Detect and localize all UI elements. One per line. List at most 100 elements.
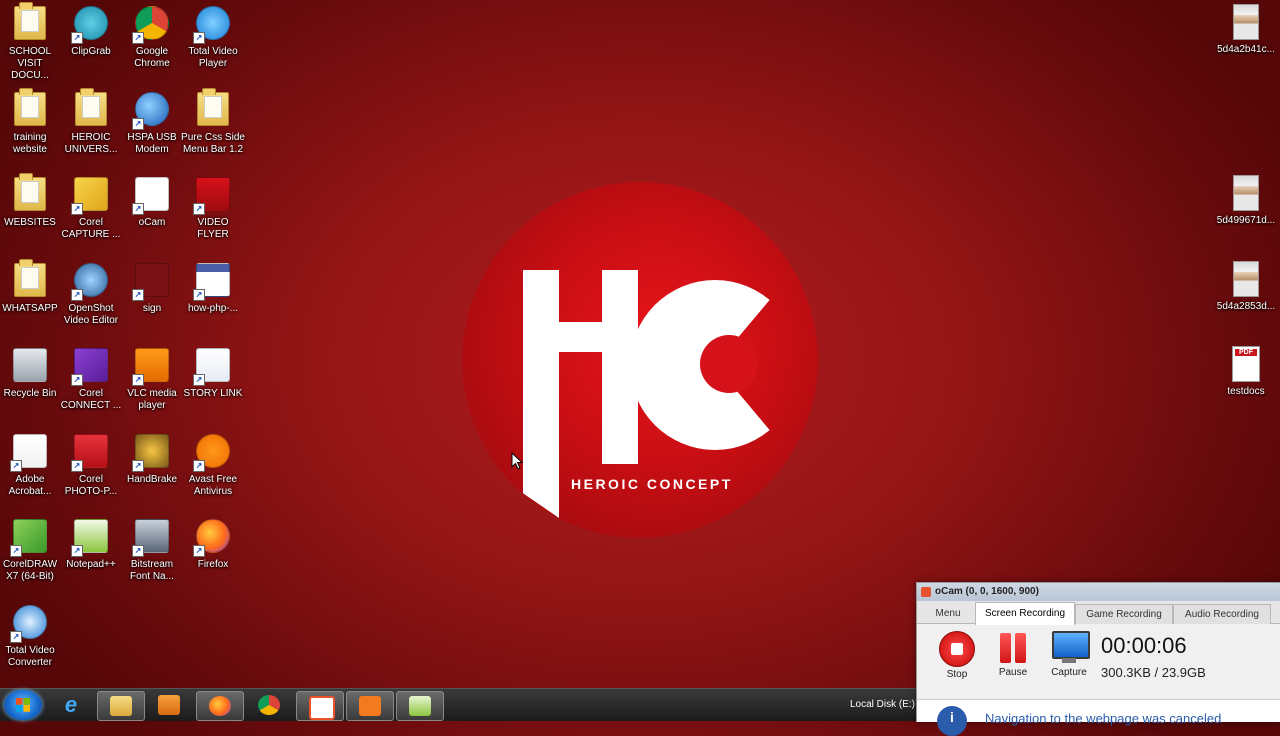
desktop-icon-firefox[interactable]: ↗ Firefox (181, 517, 245, 571)
taskbar-ie[interactable]: e (48, 691, 94, 719)
desktop-icon-recycle-bin[interactable]: Recycle Bin (0, 346, 62, 400)
desktop-icon-video-flyer[interactable]: ↗ VIDEO FLYER (181, 175, 245, 241)
tab-audio-recording[interactable]: Audio Recording (1173, 604, 1271, 624)
ocam-title-bar[interactable]: oCam (0, 0, 1600, 900) (917, 583, 1280, 601)
video-flyer-icon: ↗ (193, 177, 231, 215)
desktop-icon-5d4a2853d[interactable]: 5d4a2853d... (1214, 261, 1278, 313)
desktop-icon-clipgrab[interactable]: ↗ ClipGrab (59, 4, 123, 58)
desktop-icon-how-php[interactable]: ↗ how-php-... (181, 261, 245, 315)
desktop-icon-label: Corel PHOTO-P... (64, 474, 118, 497)
tab-screen-recording[interactable]: Screen Recording (975, 602, 1075, 625)
media-player-icon (158, 695, 180, 715)
shortcut-arrow-icon: ↗ (132, 460, 144, 472)
desktop-icon-pure-css-side-menu-bar-1-2[interactable]: Pure Css Side Menu Bar 1.2 (181, 88, 245, 156)
logo-c-inner (700, 335, 758, 393)
logo-tagline: HEROIC CONCEPT (571, 476, 733, 492)
desktop-icon-5d4a2b41c[interactable]: 5d4a2b41c... (1214, 4, 1278, 56)
desktop-icon-corel-connect[interactable]: ↗ Corel CONNECT ... (59, 346, 123, 412)
font-navigator-icon: ↗ (132, 519, 170, 557)
desktop-icon-label: Adobe Acrobat... (8, 474, 52, 497)
desktop-icon-label: WEBSITES (4, 217, 56, 228)
desktop-icon-story-link[interactable]: ↗ STORY LINK (181, 346, 245, 400)
desktop-icon-label: Bitstream Font Na... (130, 559, 174, 582)
local-disk-label[interactable]: Local Disk (E:) (850, 699, 915, 710)
shortcut-arrow-icon: ↗ (132, 289, 144, 301)
shortcut-arrow-icon: ↗ (10, 631, 22, 643)
pause-button[interactable]: Pause (988, 631, 1038, 678)
capture-button[interactable]: Capture (1044, 631, 1094, 678)
taskbar-ocam[interactable] (296, 691, 344, 721)
desktop-icon-label: Corel CONNECT ... (60, 388, 122, 411)
globe-icon: ↗ (132, 92, 170, 130)
taskbar-explorer[interactable] (97, 691, 145, 721)
desktop-icon-corel-photo-p[interactable]: ↗ Corel PHOTO-P... (59, 432, 123, 498)
desktop-icon-google-chrome[interactable]: ↗ Google Chrome (120, 4, 184, 70)
recycle-bin-icon (12, 348, 48, 384)
xampp-icon (359, 696, 381, 716)
desktop-icon-training-website[interactable]: training website (0, 88, 62, 156)
desktop-icon-label: Notepad++ (66, 559, 116, 570)
shortcut-arrow-icon: ↗ (71, 289, 83, 301)
desktop-icon-total-video-converter[interactable]: ↗ Total Video Converter (0, 603, 62, 669)
desktop-icon-sign[interactable]: ↗ sign (120, 261, 184, 315)
folder-icon (12, 259, 48, 299)
firefox-icon (209, 696, 231, 716)
folder-icon (12, 88, 48, 128)
desktop-icon-notepad[interactable]: ↗ Notepad++ (59, 517, 123, 571)
desktop-icon-avast-free-antivirus[interactable]: ↗ Avast Free Antivirus (181, 432, 245, 498)
desktop-icon-websites[interactable]: WEBSITES (0, 173, 62, 229)
taskbar-chrome[interactable] (246, 691, 292, 719)
folder-icon (12, 173, 48, 213)
recording-timer: 00:00:06 (1101, 633, 1187, 658)
desktop-icon-school-visit-docu[interactable]: SCHOOL VISIT DOCU... (0, 2, 62, 82)
ocam-window[interactable]: oCam (0, 0, 1600, 900) Menu Screen Recor… (916, 582, 1280, 736)
desktop-icon-openshot-video-editor[interactable]: ↗ OpenShot Video Editor (59, 261, 123, 327)
desktop-icon-total-video-player[interactable]: ↗ Total Video Player (181, 4, 245, 70)
avast-icon: ↗ (193, 434, 231, 472)
tab-menu[interactable]: Menu (923, 604, 973, 623)
desktop-icon-handbrake[interactable]: ↗ HandBrake (120, 432, 184, 486)
desktop-icon-label: Pure Css Side Menu Bar 1.2 (181, 132, 245, 155)
ocam-title-text: oCam (0, 0, 1600, 900) (935, 586, 1039, 597)
desktop-icon-corel-capture[interactable]: ↗ Corel CAPTURE ... (59, 175, 123, 241)
tab-game-recording[interactable]: Game Recording (1075, 604, 1173, 624)
desktop-icon-label: Firefox (197, 559, 229, 570)
start-button[interactable] (4, 690, 42, 720)
handbrake-icon: ↗ (132, 434, 170, 472)
taskbar-firefox[interactable] (196, 691, 244, 721)
desktop-icon-label: sign (142, 303, 162, 314)
desktop-icon-hspa-usb-modem[interactable]: ↗ HSPA USB Modem (120, 90, 184, 156)
desktop-icon-coreldraw-x7-64-bit[interactable]: ↗ CorelDRAW X7 (64-Bit) (0, 517, 62, 583)
info-icon: i (937, 706, 967, 736)
stop-button[interactable]: Stop (932, 631, 982, 680)
desktop-icon-5d499671d[interactable]: 5d499671d... (1214, 175, 1278, 227)
desktop-icon-adobe-acrobat[interactable]: ↗ Adobe Acrobat... (0, 432, 62, 498)
chrome-icon: ↗ (132, 6, 170, 44)
shortcut-arrow-icon: ↗ (71, 545, 83, 557)
desktop-icon-label: STORY LINK (183, 388, 243, 399)
desktop-icon-vlc-media-player[interactable]: ↗ VLC media player (120, 346, 184, 412)
windows-logo-icon (16, 698, 30, 712)
desktop-icon-label: HandBrake (126, 474, 178, 485)
desktop-icon-label: WHATSAPP (2, 303, 58, 314)
desktop-icon-bitstream-font-na[interactable]: ↗ Bitstream Font Na... (120, 517, 184, 583)
shortcut-arrow-icon: ↗ (71, 374, 83, 386)
stop-label: Stop (946, 669, 968, 680)
taskbar-media-player[interactable] (146, 691, 192, 719)
ocam-icon: ↗ (132, 177, 170, 215)
acrobat-icon: ↗ (10, 434, 48, 472)
desktop-icon-label: Total Video Player (188, 46, 238, 69)
desktop-icon-label: Corel CAPTURE ... (61, 217, 121, 240)
taskbar-xampp[interactable] (346, 691, 394, 721)
desktop-icon-heroic-univers[interactable]: HEROIC UNIVERS... (59, 88, 123, 156)
firefox-icon: ↗ (193, 519, 231, 557)
taskbar-notepadpp[interactable] (396, 691, 444, 721)
desktop-icon-ocam[interactable]: ↗ oCam (120, 175, 184, 229)
desktop-icon-testdocs[interactable]: PDF testdocs (1214, 346, 1278, 398)
video-player-icon: ↗ (193, 6, 231, 44)
openshot-icon: ↗ (71, 263, 109, 301)
photo-icon (1228, 175, 1264, 211)
desktop-icon-label: HEROIC UNIVERS... (64, 132, 118, 155)
desktop-icon-whatsapp[interactable]: WHATSAPP (0, 259, 62, 315)
desktop-icon-label: 5d4a2853d... (1216, 301, 1276, 312)
